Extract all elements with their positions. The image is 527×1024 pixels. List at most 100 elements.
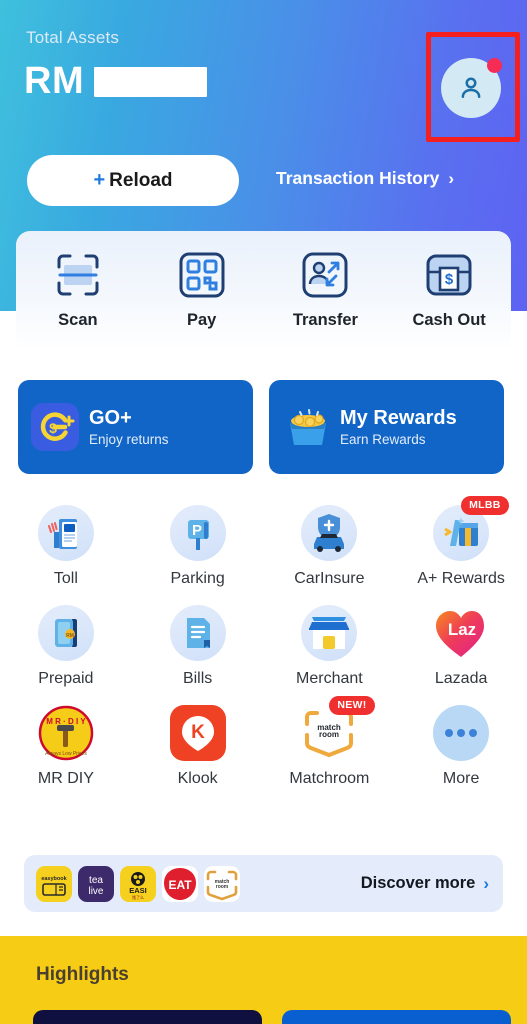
app-tile-label: A+ Rewards bbox=[417, 570, 505, 587]
reload-button[interactable]: + Reload bbox=[27, 155, 239, 206]
app-tile-label: Merchant bbox=[296, 670, 363, 687]
prepaid-phone-icon: RM bbox=[37, 605, 94, 661]
quick-action-label: Cash Out bbox=[412, 311, 486, 329]
tealive-logo-icon[interactable]: tea live bbox=[78, 865, 114, 902]
discover-strip[interactable]: easybook tea live EASI 饿了么 EAT match roo… bbox=[24, 855, 503, 912]
tile-icon-wrap: M R · D I Y Always Low Prices bbox=[38, 705, 94, 761]
svg-text:RM: RM bbox=[66, 633, 74, 639]
svg-text:room: room bbox=[319, 730, 339, 739]
tile-icon-wrap: K bbox=[169, 705, 226, 761]
app-tile-parking[interactable]: P Parking bbox=[132, 505, 264, 588]
quick-action-label: Transfer bbox=[292, 311, 358, 329]
discover-more-link[interactable]: Discover more › bbox=[361, 874, 489, 894]
parking-sign-icon: P bbox=[169, 505, 226, 561]
quick-action-scan[interactable]: Scan bbox=[23, 247, 133, 330]
banner-subtitle: Earn Rewards bbox=[340, 432, 426, 447]
promo-banners: $ GO+ Enjoy returns My Rewards Earn Rewa… bbox=[18, 380, 504, 474]
app-tile-label: Prepaid bbox=[38, 670, 94, 687]
app-tile-label: Toll bbox=[53, 570, 78, 587]
svg-text:P: P bbox=[192, 522, 202, 539]
svg-text:$: $ bbox=[445, 271, 454, 288]
highlight-card-1[interactable] bbox=[33, 1010, 262, 1024]
highlights-title: Highlights bbox=[36, 964, 129, 985]
quick-action-pay[interactable]: Pay bbox=[147, 247, 257, 330]
app-shortcut-grid: Toll P Parking CarInsure MLBB A+ Rewards… bbox=[0, 496, 527, 788]
discover-more-label: Discover more bbox=[360, 874, 476, 892]
discover-logo-list: easybook tea live EASI 饿了么 EAT match roo… bbox=[36, 865, 240, 902]
svg-text:Laz: Laz bbox=[448, 620, 476, 639]
rewards-box-icon bbox=[282, 403, 330, 451]
person-transfer-icon bbox=[298, 247, 353, 302]
app-tile-carinsure[interactable]: CarInsure bbox=[264, 505, 396, 588]
currency-label: RM bbox=[24, 60, 85, 102]
tile-icon-wrap bbox=[433, 705, 490, 761]
total-assets-label: Total Assets bbox=[26, 28, 120, 47]
tile-icon-wrap: Laz bbox=[433, 605, 489, 661]
svg-text:EAT: EAT bbox=[168, 878, 192, 892]
transaction-history-link[interactable]: Transaction History › bbox=[276, 168, 454, 189]
balance-amount-masked bbox=[94, 66, 208, 97]
transaction-history-label: Transaction History bbox=[276, 168, 440, 188]
svg-text:$: $ bbox=[49, 420, 57, 436]
app-tile-label: Matchroom bbox=[289, 770, 370, 787]
highlight-card-2[interactable] bbox=[282, 1010, 511, 1024]
ellipsis-icon bbox=[433, 705, 490, 761]
app-tile-label: CarInsure bbox=[294, 570, 365, 587]
balance-row: RM bbox=[24, 60, 208, 103]
banner-title: GO+ bbox=[89, 407, 132, 429]
app-tile-label: Parking bbox=[170, 570, 225, 587]
banner-title: My Rewards bbox=[340, 407, 457, 429]
svg-text:EASI: EASI bbox=[129, 886, 147, 895]
app-tile-a-plus-rewards[interactable]: MLBB A+ Rewards bbox=[395, 496, 527, 588]
svg-text:K: K bbox=[191, 722, 205, 743]
tile-icon-wrap: match room NEW! bbox=[301, 696, 375, 761]
quick-action-transfer[interactable]: Transfer bbox=[270, 247, 380, 330]
status-badge: MLBB bbox=[461, 496, 509, 515]
banner-text-group: GO+ Enjoy returns bbox=[89, 407, 169, 447]
app-tile-more[interactable]: More bbox=[395, 705, 527, 788]
app-tile-klook[interactable]: K Klook bbox=[132, 705, 264, 788]
matchroom-logo-icon[interactable]: match room bbox=[204, 865, 240, 902]
app-tile-toll[interactable]: Toll bbox=[0, 505, 132, 588]
app-tile-label: Klook bbox=[177, 770, 218, 787]
app-tile-mr-diy[interactable]: M R · D I Y Always Low Prices MR DIY bbox=[0, 705, 132, 788]
svg-text:easybook: easybook bbox=[41, 876, 67, 882]
app-screen: Total Assets RM + Reload Transaction His… bbox=[0, 0, 527, 1024]
goplus-logo-icon: $ bbox=[31, 403, 79, 451]
tile-icon-wrap: RM bbox=[37, 605, 94, 661]
tile-icon-wrap bbox=[301, 505, 358, 561]
storefront-icon bbox=[301, 605, 358, 661]
app-tile-matchroom[interactable]: match room NEW! Matchroom bbox=[264, 696, 396, 788]
bill-document-icon bbox=[169, 605, 226, 661]
app-tile-lazada[interactable]: Laz Lazada bbox=[395, 605, 527, 688]
app-tile-prepaid[interactable]: RM Prepaid bbox=[0, 605, 132, 688]
quick-action-label: Scan bbox=[58, 311, 98, 329]
tile-icon-wrap: MLBB bbox=[433, 496, 509, 561]
eat-logo-icon[interactable]: EAT bbox=[162, 865, 198, 902]
tile-icon-wrap bbox=[37, 505, 94, 561]
easi-logo-icon[interactable]: EASI 饿了么 bbox=[120, 865, 156, 902]
plus-icon: + bbox=[93, 169, 106, 191]
quick-action-label: Pay bbox=[186, 311, 217, 329]
car-shield-icon bbox=[301, 505, 358, 561]
app-tile-merchant[interactable]: Merchant bbox=[264, 605, 396, 688]
app-tile-bills[interactable]: Bills bbox=[132, 605, 264, 688]
banner-my-rewards[interactable]: My Rewards Earn Rewards bbox=[269, 380, 504, 474]
svg-text:Always Low Prices: Always Low Prices bbox=[45, 751, 87, 757]
app-tile-label: Bills bbox=[182, 670, 213, 687]
quick-action-cash-out[interactable]: $ Cash Out bbox=[394, 247, 504, 330]
svg-text:tea: tea bbox=[89, 875, 103, 886]
toll-reader-icon bbox=[37, 505, 94, 561]
avatar-highlight-annotation bbox=[426, 32, 520, 142]
svg-text:饿了么: 饿了么 bbox=[132, 894, 144, 900]
svg-text:M R · D I Y: M R · D I Y bbox=[46, 717, 86, 726]
scan-frame-icon bbox=[50, 247, 105, 302]
easybook-logo-icon[interactable]: easybook bbox=[36, 865, 72, 902]
banner-goplus[interactable]: $ GO+ Enjoy returns bbox=[18, 380, 253, 474]
quick-actions-card: Scan Pay Transfer $ Cash Out bbox=[16, 231, 511, 352]
app-tile-label: Lazada bbox=[434, 670, 488, 687]
tile-icon-wrap bbox=[301, 605, 358, 661]
reload-button-label: Reload bbox=[109, 169, 173, 191]
highlights-card-row bbox=[33, 1010, 511, 1024]
chevron-right-icon: › bbox=[483, 873, 489, 893]
